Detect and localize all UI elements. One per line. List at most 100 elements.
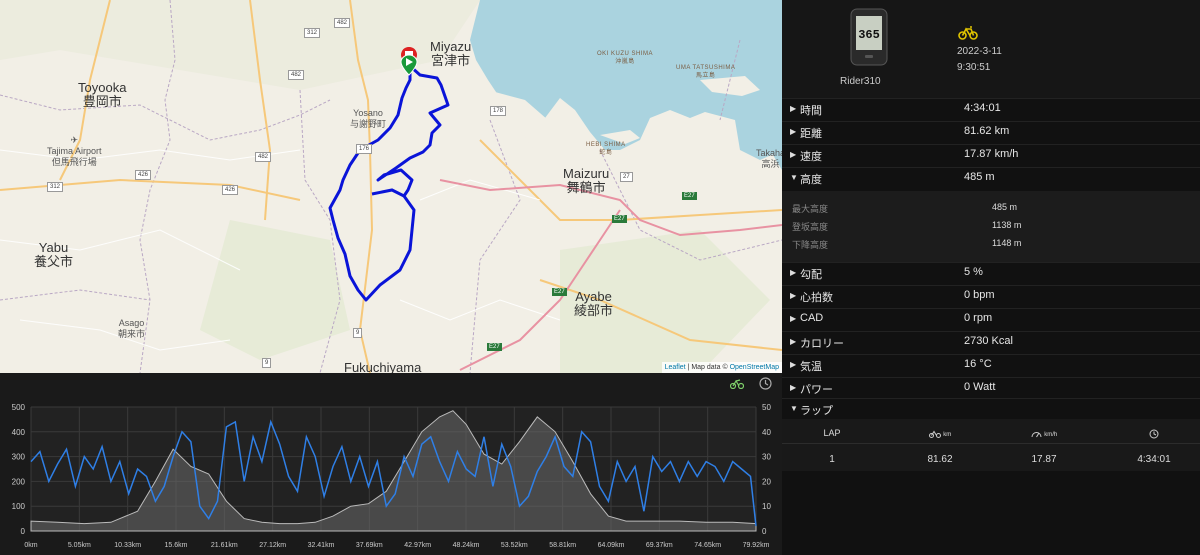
stat-row-distance[interactable]: ▶ 距離 81.62 km xyxy=(782,121,1200,143)
y-right-tick-label: 40 xyxy=(762,428,771,437)
place-ayabe: Ayabe 綾部市 xyxy=(574,289,614,318)
route-shield: 482 xyxy=(255,152,272,162)
place-fukuchiyama: Fukuchiyama xyxy=(344,360,422,374)
place-miyazu: Miyazu 宮津市 xyxy=(430,39,472,68)
stat-label: ラップ xyxy=(800,405,833,417)
place-toyooka: Toyooka 豊岡市 xyxy=(78,80,127,109)
caret-right-icon: ▶ xyxy=(790,383,797,392)
stat-value: 0 rpm xyxy=(964,312,993,324)
x-tick-label: 53.52km xyxy=(501,542,528,549)
caret-right-icon: ▶ xyxy=(790,314,797,323)
stat-label: CAD xyxy=(800,312,824,324)
y-left-tick-label: 100 xyxy=(12,502,26,511)
map-view[interactable]: Toyooka 豊岡市 Yabu 養父市 Miyazu 宮津市 Maizuru 舞鶴市 … xyxy=(0,0,782,373)
x-tick-label: 32.41km xyxy=(308,542,335,549)
ascent-label: 登坂高度 xyxy=(792,222,829,232)
lap-table: LAP km km/h 1 81.62 17.87 4:34:01 xyxy=(782,419,1200,471)
elevation-speed-chart[interactable]: 0 0 100 10 200 20 300 30 400 40 500 50 0km 5.05km 10.3… xyxy=(0,373,782,555)
y-right-tick-label: 0 xyxy=(762,527,767,536)
chart-canvas: 0 0 100 10 200 20 300 30 400 40 500 50 0km 5.05km 10.3… xyxy=(12,403,772,549)
device-screen-text: 365 xyxy=(858,28,880,42)
route-shield: 27 xyxy=(620,172,633,182)
stat-value: 4:34:01 xyxy=(964,102,1001,114)
lap-number: 1 xyxy=(829,454,835,465)
stat-row-time[interactable]: ▶ 時間 4:34:01 xyxy=(782,98,1200,120)
stat-label: カロリー xyxy=(800,338,844,350)
stat-value: 81.62 km xyxy=(964,125,1010,137)
stat-value: 0 Watt xyxy=(964,381,996,393)
x-tick-label: 5.05km xyxy=(68,542,91,549)
stat-value: 0 bpm xyxy=(964,289,995,301)
activity-summary-panel: 365 Rider310 2022-3-11 9:30:51 ▶ 時間 4:34… xyxy=(782,0,1200,555)
attribution-separator: | Map data © xyxy=(685,364,730,371)
stat-label: パワー xyxy=(800,384,833,396)
x-tick-label: 74.65km xyxy=(694,542,721,549)
place-yabu: Yabu 養父市 xyxy=(34,240,74,269)
x-tick-label: 0km xyxy=(24,542,37,549)
start-marker-icon[interactable] xyxy=(400,54,418,78)
place-tajima-airport: ✈ Tajima Airport 但馬飛行場 xyxy=(47,135,102,167)
x-tick-label: 64.09km xyxy=(598,542,625,549)
y-right-tick-label: 50 xyxy=(762,403,771,412)
stat-label: 勾配 xyxy=(800,269,822,281)
caret-right-icon: ▶ xyxy=(790,268,797,277)
x-tick-label: 58.81km xyxy=(549,542,576,549)
caret-right-icon: ▶ xyxy=(790,127,797,136)
bike-icon xyxy=(958,26,978,40)
place-maizuru: Maizuru 舞鶴市 xyxy=(563,166,610,195)
lap-speed: 17.87 xyxy=(1031,454,1057,465)
stat-row-power[interactable]: ▶ パワー 0 Watt xyxy=(782,377,1200,399)
km-unit: km xyxy=(943,432,952,438)
stat-row-grade[interactable]: ▶ 勾配 5 % xyxy=(782,262,1200,284)
y-right-tick-label: 20 xyxy=(762,477,771,486)
stat-label: 距離 xyxy=(800,128,822,140)
stat-label: 気温 xyxy=(800,361,822,373)
x-tick-label: 27.12km xyxy=(259,542,286,549)
stat-row-heart-rate[interactable]: ▶ 心拍数 0 bpm xyxy=(782,285,1200,307)
route-shield: 9 xyxy=(262,358,272,368)
stat-row-speed[interactable]: ▶ 速度 17.87 km/h xyxy=(782,144,1200,166)
airport-icon: ✈ xyxy=(70,135,79,145)
descent-value: 1148 m xyxy=(992,238,1022,248)
lap-distance: 81.62 xyxy=(927,454,953,465)
device-name: Rider310 xyxy=(840,76,881,87)
leaflet-link[interactable]: Leaflet xyxy=(665,364,686,371)
y-right-tick-label: 10 xyxy=(762,502,771,511)
stat-value: 17.87 km/h xyxy=(964,148,1019,160)
stat-row-temperature[interactable]: ▶ 気温 16 °C xyxy=(782,354,1200,376)
caret-right-icon: ▶ xyxy=(790,360,797,369)
device-image: 365 xyxy=(850,8,888,66)
caret-right-icon: ▶ xyxy=(790,291,797,300)
descent-label: 下降高度 xyxy=(792,240,829,250)
stat-row-cadence[interactable]: ▶ CAD 0 rpm xyxy=(782,308,1200,330)
clock-icon xyxy=(1149,429,1159,439)
stat-row-calories[interactable]: ▶ カロリー 2730 Kcal xyxy=(782,331,1200,353)
x-tick-label: 21.61km xyxy=(211,542,238,549)
kmh-unit: km/h xyxy=(1044,432,1058,438)
ascent-value: 1138 m xyxy=(992,220,1022,230)
stat-value: 2730 Kcal xyxy=(964,335,1013,347)
route-shield: 482 xyxy=(288,70,305,80)
stat-label: 高度 xyxy=(800,174,822,186)
y-left-tick-label: 0 xyxy=(21,527,26,536)
stat-value: 5 % xyxy=(964,266,983,278)
y-left-tick-label: 500 xyxy=(12,403,26,412)
route-shield: 312 xyxy=(47,182,64,192)
lap-header: LAP xyxy=(823,428,841,438)
stat-row-altitude[interactable]: ▼ 高度 485 m xyxy=(782,167,1200,189)
clock-icon[interactable] xyxy=(758,376,772,390)
distance-header: km xyxy=(900,428,980,438)
lap-divider xyxy=(782,443,1200,444)
route-shield: 482 xyxy=(334,18,351,28)
x-tick-label: 37.69km xyxy=(356,542,383,549)
place-yosano: Yosano 与謝野町 xyxy=(350,108,387,129)
altitude-detail: 最大高度 485 m 登坂高度 1138 m 下降高度 1148 m xyxy=(782,191,1200,262)
route-shield: 178 xyxy=(490,106,507,116)
route-shield: 176 xyxy=(356,144,373,154)
stat-row-laps[interactable]: ▼ ラップ xyxy=(782,398,1200,420)
stat-label: 心拍数 xyxy=(800,292,833,304)
island-uma-tatsushima: UMA TATSUSHIMA 馬立島 xyxy=(676,65,736,79)
lap-time: 4:34:01 xyxy=(1137,454,1171,465)
bike-distance-icon[interactable] xyxy=(730,376,744,390)
osm-link[interactable]: OpenStreetMap xyxy=(730,364,779,371)
